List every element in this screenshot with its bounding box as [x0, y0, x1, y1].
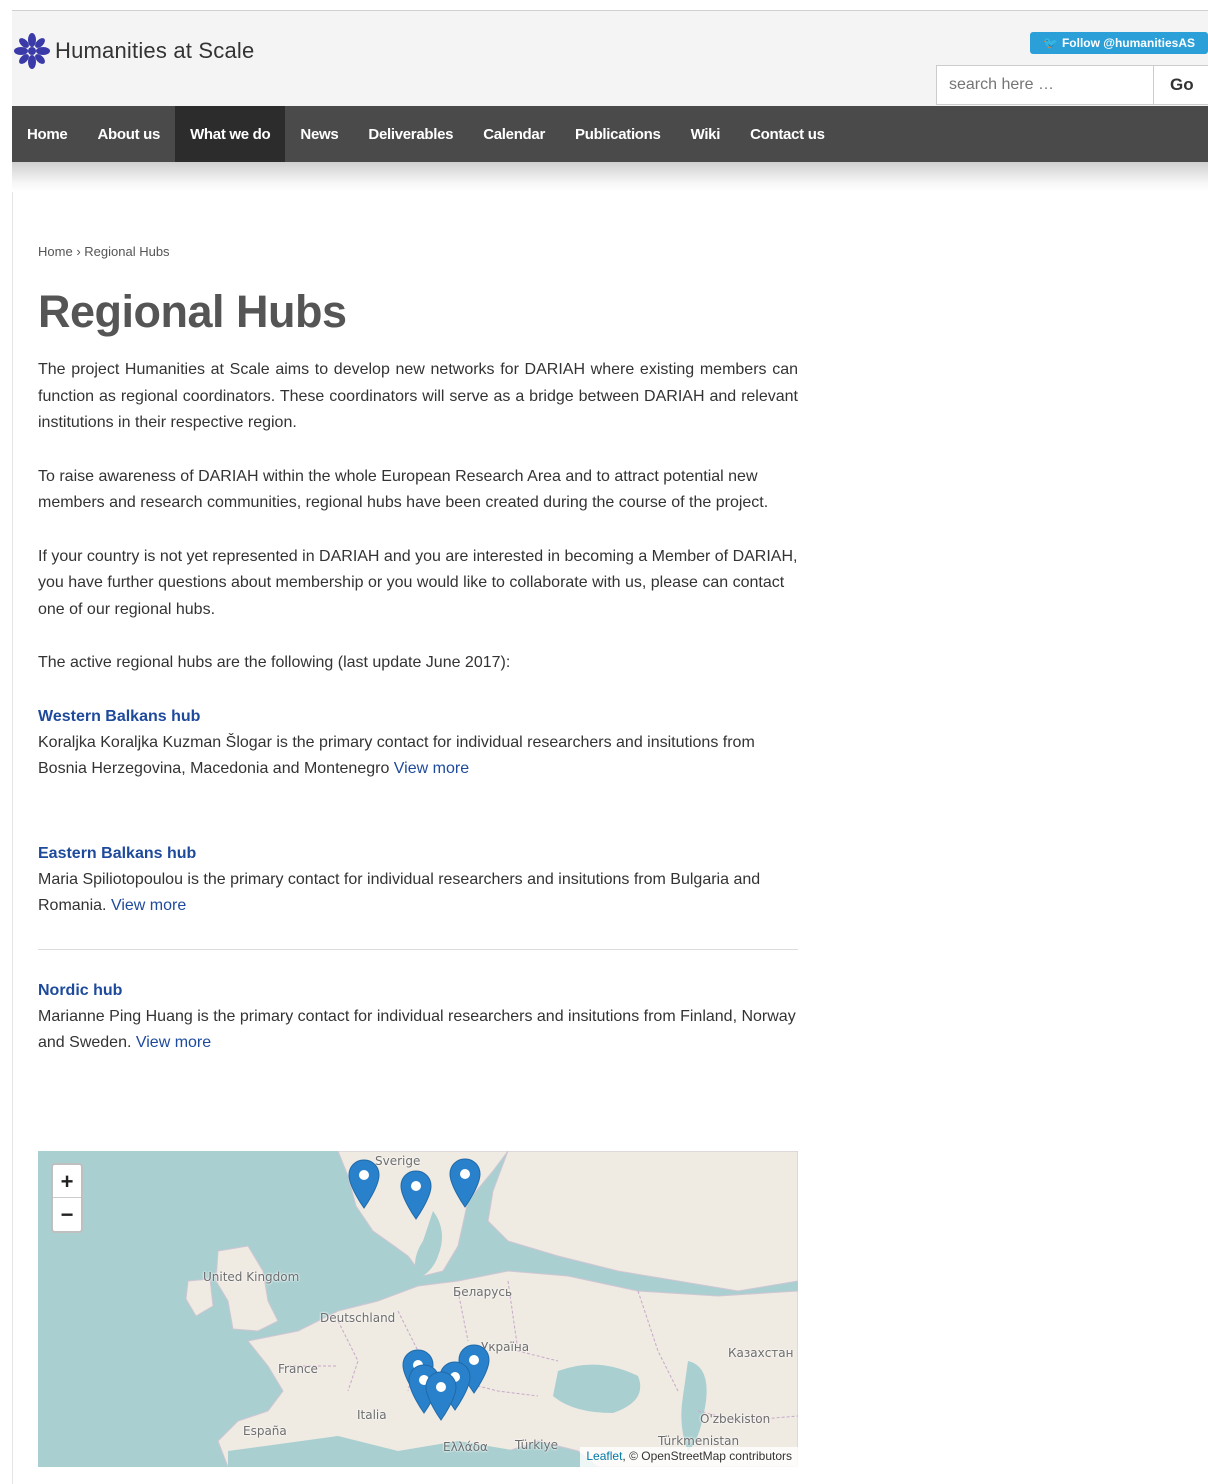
- follow-label: Follow @humanitiesAS: [1061, 36, 1195, 50]
- map-marker-icon[interactable]: [449, 1158, 481, 1208]
- search-input[interactable]: [936, 65, 1154, 105]
- map-label-uzbekistan: O'zbekiston: [700, 1412, 771, 1426]
- breadcrumb-separator: ›: [76, 244, 81, 259]
- site-logo[interactable]: Humanities at Scale: [12, 31, 254, 71]
- map-attribution: Leaflet, © OpenStreetMap contributors: [580, 1447, 798, 1467]
- map-zoom-control: + −: [51, 1163, 83, 1233]
- map-label-france: France: [278, 1362, 318, 1376]
- search-go-button[interactable]: Go: [1154, 65, 1208, 105]
- zoom-out-button[interactable]: −: [53, 1198, 81, 1231]
- nav-calendar[interactable]: Calendar: [468, 106, 560, 162]
- map-label-italia: Italia: [357, 1408, 387, 1422]
- content-border: [12, 192, 13, 1484]
- logo-icon: [14, 33, 50, 69]
- breadcrumb-home[interactable]: Home: [38, 244, 73, 259]
- intro-paragraph-2: To raise awareness of DARIAH within the …: [38, 467, 769, 512]
- map-label-turkiye: Türkiye: [515, 1438, 558, 1452]
- nav-about-us[interactable]: About us: [82, 106, 175, 162]
- twitter-bird-icon: 🐦: [1043, 36, 1058, 50]
- map-label-kazakhstan: Казахстан: [728, 1346, 794, 1360]
- zoom-in-button[interactable]: +: [53, 1165, 81, 1198]
- nav-home[interactable]: Home: [12, 106, 82, 162]
- intro-paragraph-3: If your country is not yet represented i…: [38, 547, 798, 618]
- nav-wiki[interactable]: Wiki: [676, 106, 736, 162]
- nav-publications[interactable]: Publications: [560, 106, 676, 162]
- intro-paragraph-4: The active regional hubs are the followi…: [38, 654, 511, 671]
- map-label-united-kingdom: United Kingdom: [203, 1270, 300, 1284]
- breadcrumb: Home › Regional Hubs: [38, 244, 798, 262]
- nav-shadow: [12, 162, 1208, 192]
- nav-deliverables[interactable]: Deliverables: [353, 106, 468, 162]
- map-label-espana: España: [243, 1424, 287, 1438]
- hub-title: Eastern Balkans hub: [38, 844, 197, 862]
- hubs-map[interactable]: Sverige United Kingdom Беларусь Deutschl…: [38, 1151, 798, 1467]
- site-header: Humanities at Scale 🐦 Follow @humanities…: [12, 11, 1208, 106]
- nav-contact-us[interactable]: Contact us: [735, 106, 840, 162]
- hub-title: Nordic hub: [38, 981, 123, 999]
- map-label-belarus: Беларусь: [453, 1285, 513, 1299]
- map-label-sverige: Sverige: [375, 1154, 421, 1168]
- main-content: Home › Regional Hubs Regional Hubs The p…: [38, 244, 798, 1057]
- hub-western-balkans: Western Balkans hub Koraljka Koraljka Ku…: [38, 704, 798, 783]
- intro-paragraph-1: The project Humanities at Scale aims to …: [38, 361, 798, 431]
- map-marker-icon[interactable]: [400, 1170, 432, 1220]
- view-more-link[interactable]: View more: [136, 1034, 211, 1051]
- hub-nordic: Nordic hub Marianne Ping Huang is the pr…: [38, 978, 798, 1057]
- site-name: Humanities at Scale: [55, 38, 255, 63]
- map-marker-icon[interactable]: [348, 1159, 380, 1209]
- twitter-follow-button[interactable]: 🐦 Follow @humanitiesAS: [1030, 32, 1208, 54]
- leaflet-link[interactable]: Leaflet: [586, 1449, 622, 1463]
- osm-attribution[interactable]: , © OpenStreetMap contributors: [622, 1449, 792, 1463]
- view-more-link[interactable]: View more: [394, 760, 469, 777]
- search-form: Go: [936, 65, 1208, 105]
- view-more-link[interactable]: View more: [111, 897, 186, 914]
- breadcrumb-current: Regional Hubs: [84, 244, 170, 259]
- nav-news[interactable]: News: [285, 106, 353, 162]
- hub-divider: [38, 948, 798, 950]
- map-marker-icon[interactable]: [425, 1371, 457, 1421]
- map-label-turkmenistan: Türkmenistan: [658, 1434, 740, 1448]
- hub-eastern-balkans: Eastern Balkans hub Maria Spiliotopoulou…: [38, 841, 798, 920]
- map-label-deutschland: Deutschland: [320, 1311, 396, 1325]
- page-title: Regional Hubs: [38, 286, 347, 337]
- main-nav: Home About us What we do News Deliverabl…: [12, 106, 1208, 162]
- nav-what-we-do[interactable]: What we do: [175, 106, 286, 162]
- map-label-greece: Ελλάδα: [443, 1440, 488, 1454]
- hub-title: Western Balkans hub: [38, 707, 201, 725]
